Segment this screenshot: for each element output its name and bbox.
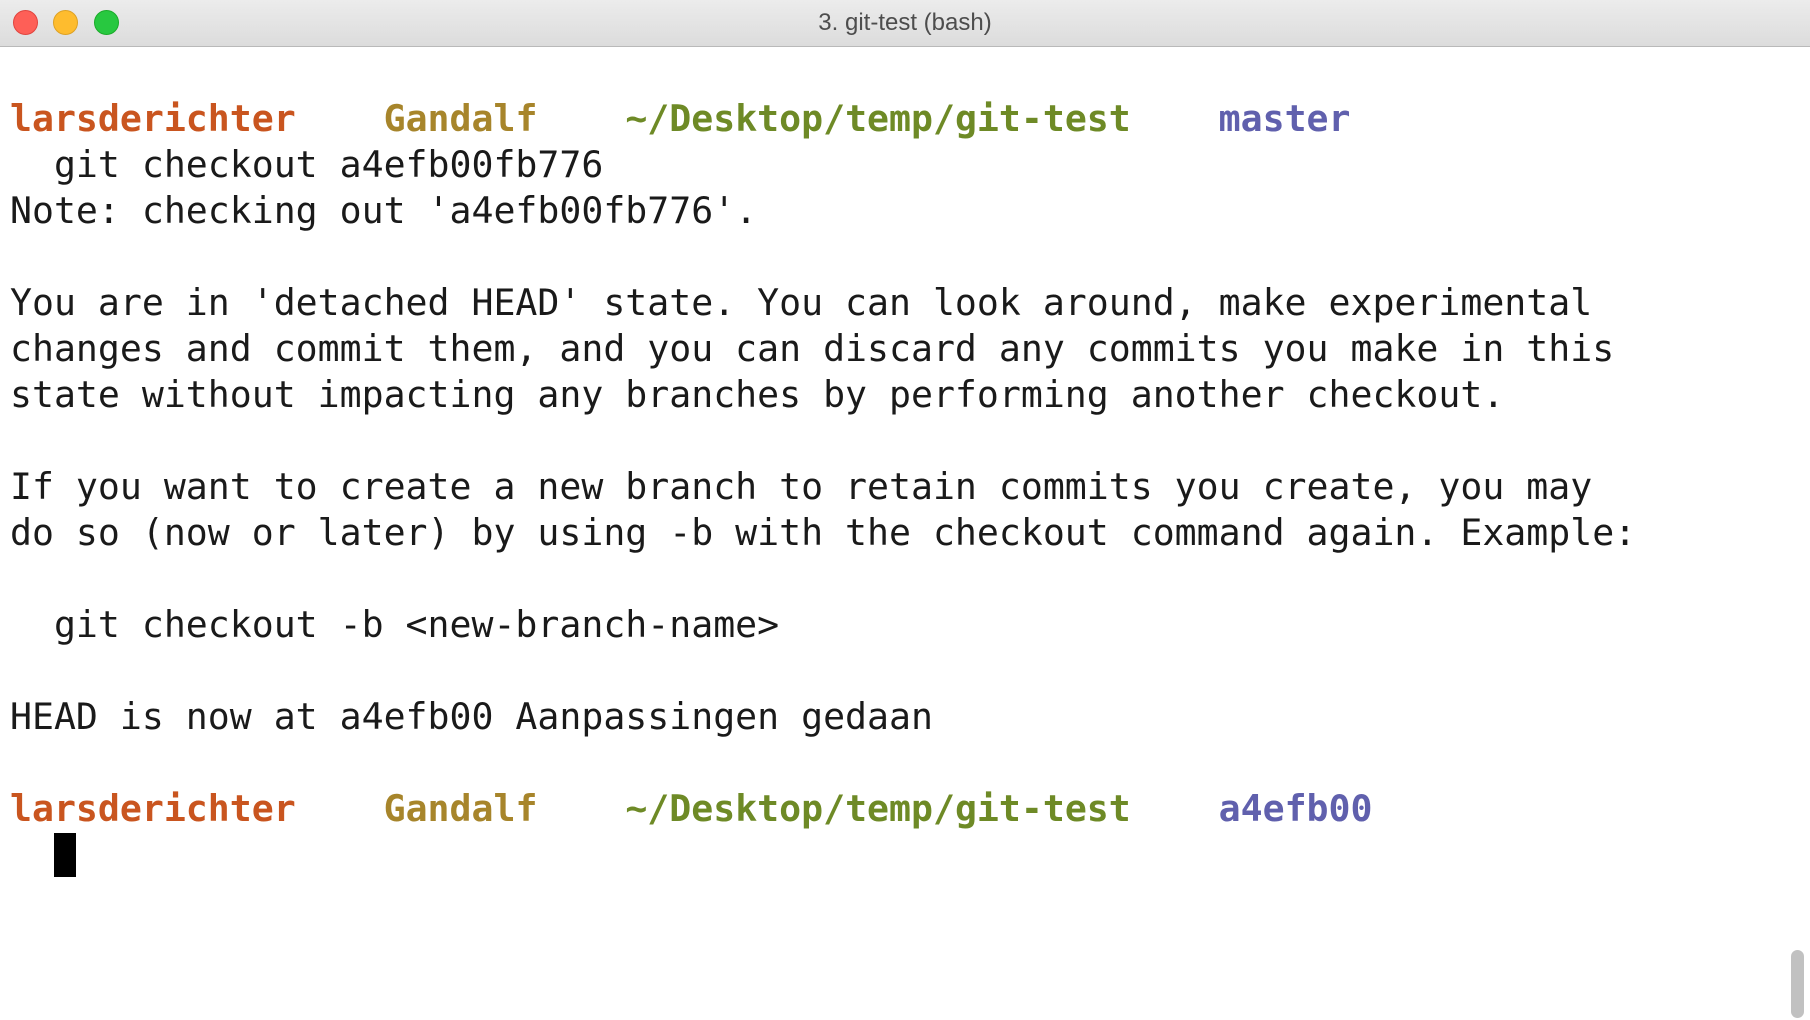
terminal-output[interactable]: larsderichter Gandalf ~/Desktop/temp/git… [0,47,1780,1020]
prompt-host: Gandalf [383,97,538,140]
output-line: HEAD is now at a4efb00 Aanpassingen geda… [10,695,933,738]
command-line: git checkout a4efb00fb776 [10,143,604,186]
prompt-branch: a4efb00 [1218,787,1373,830]
prompt-path: ~/Desktop/temp/git-test [625,97,1131,140]
input-line[interactable] [0,832,1780,878]
prompt-host: Gandalf [383,787,538,830]
output-line: You are in 'detached HEAD' state. You ca… [10,281,1593,324]
terminal-window: 3. git-test (bash) larsderichter Gandalf… [0,0,1810,1020]
prompt-line: larsderichter Gandalf ~/Desktop/temp/git… [0,786,1780,832]
prompt-line: larsderichter Gandalf ~/Desktop/temp/git… [0,96,1780,142]
output-line: git checkout -b <new-branch-name> [10,603,780,646]
output-line: do so (now or later) by using -b with th… [10,511,1637,554]
output-line: state without impacting any branches by … [10,373,1505,416]
output-line: changes and commit them, and you can dis… [10,327,1615,370]
prompt-path: ~/Desktop/temp/git-test [625,787,1131,830]
text-cursor [53,833,76,877]
output-line: If you want to create a new branch to re… [10,465,1593,508]
prompt-user: larsderichter [10,787,296,830]
output-line: Note: checking out 'a4efb00fb776'. [10,189,758,232]
window-title: 3. git-test (bash) [818,9,992,36]
prompt-user: larsderichter [10,97,296,140]
scrollbar-thumb[interactable] [1791,950,1804,1018]
prompt-branch: master [1218,97,1351,140]
title-bar[interactable]: 3. git-test (bash) [0,0,1810,47]
